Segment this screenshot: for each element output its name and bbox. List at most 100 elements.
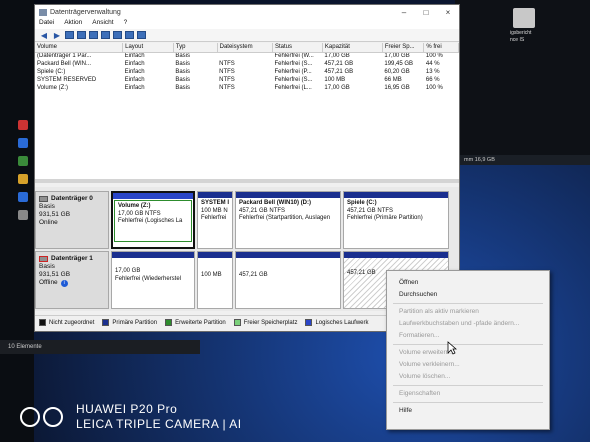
disk-type: Basis xyxy=(39,203,55,210)
document-icon[interactable] xyxy=(513,8,535,28)
legend-label: Erweiterte Partition xyxy=(175,319,226,326)
partition-name: Volume (Z:) xyxy=(118,203,151,209)
partition-name: SYSTEM I xyxy=(201,200,230,206)
partition-detail: 100 MB N xyxy=(201,207,228,214)
disk-label-1[interactable]: Datenträger 1 Basis 931,51 GB Offline i xyxy=(35,251,109,309)
disk-management-icon xyxy=(39,8,47,16)
partition-recovery[interactable]: 17,00 GB Fehlerfrei (Wiederherstel xyxy=(111,251,195,309)
cell-type: Basis xyxy=(175,85,190,91)
column-header-type[interactable]: Typ xyxy=(173,43,218,53)
table-row[interactable]: Packard Bell (WIN... Einfach Basis NTFS … xyxy=(35,60,459,68)
cell-capacity: 17,00 GB xyxy=(324,85,350,91)
cell-filesystem: NTFS xyxy=(219,85,235,91)
partition-detail: 100 MB xyxy=(201,272,222,278)
menu-item-browse[interactable]: Durchsuchen xyxy=(387,289,549,301)
disk-name: Datenträger 0 xyxy=(51,195,93,202)
partition-status: Fehlerfrei xyxy=(201,215,227,221)
taskbar-app-icon[interactable] xyxy=(18,138,28,148)
cell-status: Fehlerfrei (L... xyxy=(274,85,312,91)
legend-label: Primäre Partition xyxy=(112,319,158,326)
menu-item-mark-active[interactable]: Partition als aktiv markieren xyxy=(387,306,549,318)
cell-status: Fehlerfrei (W... xyxy=(274,53,314,60)
column-header-volume[interactable]: Volume xyxy=(35,43,124,53)
disk-status: Offline xyxy=(39,279,58,286)
menu-item-change-drive-letter[interactable]: Laufwerkbuchstaben und -pfade ändern... xyxy=(387,318,549,330)
legend-swatch xyxy=(305,319,313,326)
partition-detail: 457,21 GB xyxy=(239,272,268,278)
menu-item-help[interactable]: Hilfe xyxy=(387,405,549,417)
menu-ansicht[interactable]: Ansicht xyxy=(92,19,113,29)
help-icon[interactable] xyxy=(89,31,98,39)
list-icon[interactable] xyxy=(77,31,86,39)
column-header-capacity[interactable]: Kapazität xyxy=(322,43,383,53)
view-icon[interactable] xyxy=(65,31,74,39)
partition-detail: 17,00 GB xyxy=(115,268,141,274)
taskbar-app-icon[interactable] xyxy=(18,174,28,184)
legend-item: Primäre Partition xyxy=(102,319,157,326)
partition-detail: 17,00 GB NTFS xyxy=(118,210,161,217)
window-title: Datenträgerverwaltung xyxy=(50,8,121,16)
cell-percent: 100 % xyxy=(425,53,443,60)
menu-item-delete-volume[interactable]: Volume löschen... xyxy=(387,371,549,383)
title-bar: Datenträgerverwaltung – □ × xyxy=(35,5,459,19)
menu-item-format[interactable]: Formatieren... xyxy=(387,330,549,342)
cell-percent: 13 % xyxy=(425,69,440,75)
cell-volume: Spiele (C:) xyxy=(37,69,66,75)
refresh-icon[interactable] xyxy=(125,31,134,39)
cell-filesystem: NTFS xyxy=(219,61,235,67)
disk-icon xyxy=(39,196,48,202)
menu-item-shrink-volume[interactable]: Volume verkleinern... xyxy=(387,359,549,371)
table-row[interactable]: SYSTEM RESERVED Einfach Basis NTFS Fehle… xyxy=(35,76,459,84)
table-row[interactable]: Spiele (C:) Einfach Basis NTFS Fehlerfre… xyxy=(35,68,459,76)
taskbar-app-icon[interactable] xyxy=(18,210,28,220)
menu-item-extend-volume[interactable]: Volume erweitern... xyxy=(387,347,549,359)
cell-type: Basis xyxy=(175,77,190,83)
taskbar-app-icon[interactable] xyxy=(18,192,28,202)
back-arrow-icon[interactable]: ◀ xyxy=(39,31,49,40)
column-header-status[interactable]: Status xyxy=(272,43,323,53)
menu-aktion[interactable]: Aktion xyxy=(64,19,82,29)
table-row[interactable]: (Datenträger 1 Par... Einfach Basis Fehl… xyxy=(35,52,459,60)
settings-icon[interactable] xyxy=(113,31,122,39)
minimize-button[interactable]: – xyxy=(393,8,415,17)
close-button[interactable]: × xyxy=(437,8,459,17)
taskbar-app-icon[interactable] xyxy=(18,156,28,166)
left-taskbar xyxy=(0,0,34,442)
background-listing: mm 16,9 GB xyxy=(460,155,590,165)
legend-item: Freier Speicherplatz xyxy=(233,319,297,326)
forward-arrow-icon[interactable]: ▶ xyxy=(52,31,62,40)
partition-packard-bell[interactable]: Packard Bell (WIN10) (D:) 457,21 GB NTFS… xyxy=(235,191,341,249)
column-header-free-space[interactable]: Freier Sp... xyxy=(382,43,425,53)
column-header-layout[interactable]: Layout xyxy=(122,43,174,53)
partition-bar xyxy=(113,193,193,199)
watermark-line1: HUAWEI P20 Pro xyxy=(76,402,178,416)
rescan-icon[interactable] xyxy=(137,31,146,39)
cell-type: Basis xyxy=(175,61,190,67)
partition-100mb[interactable]: 100 MB xyxy=(197,251,233,309)
partition-457gb[interactable]: 457,21 GB xyxy=(235,251,341,309)
column-header-percent-free[interactable]: % frei xyxy=(423,43,459,53)
cell-free: 66 MB xyxy=(384,77,402,83)
table-row[interactable]: Volume (Z:) Einfach Basis NTFS Fehlerfre… xyxy=(35,84,459,92)
cell-capacity: 457,21 GB xyxy=(324,69,354,75)
menu-datei[interactable]: Datei xyxy=(39,19,54,29)
info-icon[interactable]: i xyxy=(60,280,68,287)
menu-help[interactable]: ? xyxy=(124,19,128,29)
column-header-filesystem[interactable]: Dateisystem xyxy=(217,43,273,53)
cell-volume: Packard Bell (WIN... xyxy=(37,61,92,67)
cell-status: Fehlerfrei (P... xyxy=(274,69,312,75)
menu-item-open[interactable]: Öffnen xyxy=(387,277,549,289)
partition-spiele-c[interactable]: Spiele (C:) 457,21 GB NTFS Fehlerfrei (P… xyxy=(343,191,449,249)
disk-label-0[interactable]: Datenträger 0 Basis 931,51 GB Online xyxy=(35,191,109,249)
cell-volume: SYSTEM RESERVED xyxy=(37,77,97,83)
taskbar-app-icon[interactable] xyxy=(18,120,28,130)
partition-volume-z[interactable]: Volume (Z:) 17,00 GB NTFS Fehlerfrei (Lo… xyxy=(111,191,195,249)
explorer-status-bar: 10 Elemente xyxy=(0,340,200,354)
maximize-button[interactable]: □ xyxy=(415,8,437,17)
cell-layout: Einfach xyxy=(124,77,145,83)
volume-list: Volume Layout Typ Dateisystem Status Kap… xyxy=(35,43,459,183)
properties-icon[interactable] xyxy=(101,31,110,39)
menu-item-properties[interactable]: Eigenschaften xyxy=(387,388,549,400)
cell-layout: Einfach xyxy=(124,61,145,67)
partition-system-reserved[interactable]: SYSTEM I 100 MB N Fehlerfrei xyxy=(197,191,233,249)
